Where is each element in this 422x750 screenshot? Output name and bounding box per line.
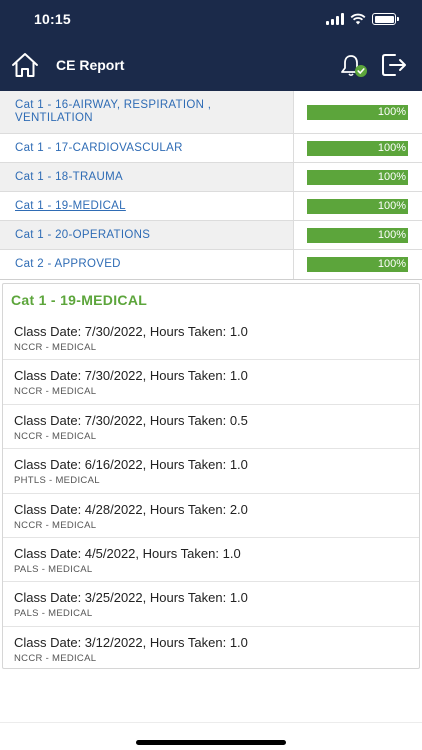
class-item: Class Date: 4/5/2022, Hours Taken: 1.0 P…	[3, 538, 419, 583]
category-link-selected[interactable]: Cat 1 - 19-MEDICAL	[0, 192, 294, 220]
category-link[interactable]: Cat 2 - APPROVED	[0, 250, 294, 279]
class-org: PHTLS - MEDICAL	[14, 475, 100, 487]
class-org: PALS - MEDICAL	[14, 563, 93, 575]
progress-bar: 100%	[307, 257, 408, 272]
class-item: Class Date: 7/30/2022, Hours Taken: 1.0 …	[3, 360, 419, 405]
signal-icon	[326, 13, 344, 25]
status-bar: 10:15	[0, 0, 422, 40]
category-row: Cat 1 - 20-OPERATIONS 100%	[0, 221, 422, 250]
progress-label: 100%	[377, 170, 406, 183]
class-detail-panel: Cat 1 - 19-MEDICAL Class Date: 7/30/2022…	[2, 283, 420, 669]
category-table: Cat 1 - 16-AIRWAY, RESPIRATION , VENTILA…	[0, 91, 422, 280]
class-item: Class Date: 3/12/2022, Hours Taken: 1.0 …	[3, 627, 419, 671]
category-row: Cat 1 - 18-TRAUMA 100%	[0, 163, 422, 192]
progress-bar: 100%	[307, 140, 408, 156]
class-item: Class Date: 7/30/2022, Hours Taken: 0.5 …	[3, 405, 419, 450]
home-indicator[interactable]	[136, 740, 286, 745]
category-row: Cat 2 - APPROVED 100%	[0, 250, 422, 279]
bottom-safe-area	[0, 722, 422, 750]
wifi-icon	[350, 13, 366, 25]
class-date: Class Date: 3/25/2022, Hours Taken: 1.0	[14, 590, 248, 606]
category-link[interactable]: Cat 1 - 17-CARDIOVASCULAR	[0, 134, 294, 162]
class-item: Class Date: 3/25/2022, Hours Taken: 1.0 …	[3, 582, 419, 627]
category-row: Cat 1 - 16-AIRWAY, RESPIRATION , VENTILA…	[0, 91, 422, 134]
class-org: NCCR - MEDICAL	[14, 342, 97, 353]
category-progress: 100%	[294, 250, 422, 279]
status-indicators	[326, 13, 399, 25]
category-link[interactable]: Cat 1 - 16-AIRWAY, RESPIRATION , VENTILA…	[0, 91, 294, 133]
progress-bar: 100%	[307, 227, 408, 243]
category-progress: 100%	[294, 134, 422, 162]
class-date: Class Date: 7/30/2022, Hours Taken: 1.0	[14, 324, 248, 339]
class-date: Class Date: 3/12/2022, Hours Taken: 1.0	[14, 634, 248, 650]
class-org: NCCR - MEDICAL	[14, 430, 97, 442]
progress-label: 100%	[377, 141, 406, 154]
category-link[interactable]: Cat 1 - 18-TRAUMA	[0, 163, 294, 191]
status-time: 10:15	[34, 11, 71, 27]
category-link[interactable]: Cat 1 - 20-OPERATIONS	[0, 221, 294, 249]
bell-check-icon[interactable]	[339, 53, 369, 79]
class-item: Class Date: 4/28/2022, Hours Taken: 2.0 …	[3, 494, 419, 538]
category-progress: 100%	[294, 163, 422, 191]
page-title: CE Report	[56, 57, 125, 73]
progress-bar: 100%	[307, 198, 408, 214]
progress-label: 100%	[377, 199, 406, 212]
class-date: Class Date: 4/5/2022, Hours Taken: 1.0	[14, 545, 241, 561]
class-org: NCCR - MEDICAL	[14, 386, 97, 398]
class-date: Class Date: 7/30/2022, Hours Taken: 1.0	[14, 368, 248, 384]
class-date: Class Date: 6/16/2022, Hours Taken: 1.0	[14, 457, 248, 473]
logout-icon[interactable]	[381, 53, 407, 77]
progress-label: 100%	[377, 105, 406, 118]
detail-title: Cat 1 - 19-MEDICAL	[11, 292, 148, 308]
category-row: Cat 1 - 17-CARDIOVASCULAR 100%	[0, 134, 422, 163]
category-progress: 100%	[294, 221, 422, 249]
category-row: Cat 1 - 19-MEDICAL 100%	[0, 192, 422, 221]
class-date: Class Date: 4/28/2022, Hours Taken: 2.0	[14, 501, 248, 517]
class-date: Class Date: 7/30/2022, Hours Taken: 0.5	[14, 412, 248, 428]
home-icon[interactable]	[10, 51, 40, 79]
class-list: Class Date: 7/30/2022, Hours Taken: 1.0 …	[3, 316, 419, 671]
class-item: Class Date: 6/16/2022, Hours Taken: 1.0 …	[3, 449, 419, 494]
app-header: CE Report	[0, 40, 422, 91]
category-progress: 100%	[294, 91, 422, 133]
class-item: Class Date: 7/30/2022, Hours Taken: 1.0 …	[3, 316, 419, 361]
category-progress: 100%	[294, 192, 422, 220]
class-org: NCCR - MEDICAL	[14, 519, 97, 531]
progress-label: 100%	[377, 258, 406, 270]
progress-bar: 100%	[307, 169, 408, 185]
class-org: NCCR - MEDICAL	[14, 652, 97, 664]
class-org: PALS - MEDICAL	[14, 608, 93, 620]
progress-bar: 100%	[307, 104, 408, 120]
progress-label: 100%	[377, 228, 406, 241]
battery-icon	[372, 13, 399, 25]
